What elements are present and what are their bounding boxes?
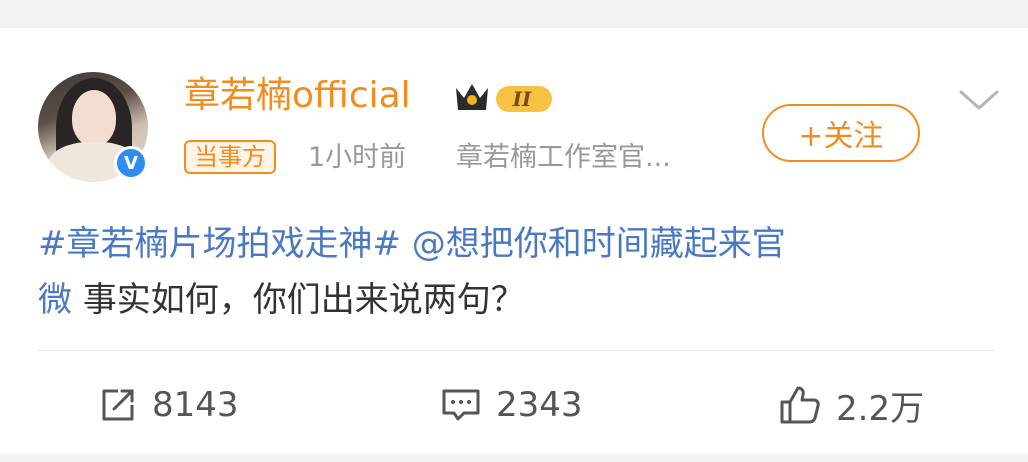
- party-badge: 当事方: [184, 140, 276, 174]
- like-icon: [780, 386, 820, 424]
- divider: [38, 350, 994, 351]
- rank-badge: II: [512, 87, 532, 111]
- author-name[interactable]: 章若楠official: [184, 74, 411, 118]
- chevron-down-icon[interactable]: [958, 88, 1000, 112]
- like-button[interactable]: 2.2万: [778, 382, 925, 429]
- comment-count: 2343: [496, 385, 583, 425]
- post-text: 事实如何，你们出来说两句？: [82, 280, 525, 320]
- hashtag-link[interactable]: #章若楠片场拍戏走神#: [38, 224, 401, 264]
- like-count: 2.2万: [836, 388, 925, 429]
- share-button[interactable]: 8143: [98, 382, 239, 428]
- post-content: #章若楠片场拍戏走神# @想把你和时间藏起来官 微 事实如何，你们出来说两句？: [38, 216, 978, 328]
- crown-icon: II: [456, 84, 552, 112]
- page-background: [0, 454, 1028, 462]
- post-source[interactable]: 章若楠工作室官...: [456, 140, 671, 176]
- verified-icon: V: [114, 146, 148, 180]
- post-time: 1小时前: [308, 142, 407, 173]
- follow-button[interactable]: +关注: [762, 104, 920, 162]
- comment-button[interactable]: 2343: [440, 382, 583, 428]
- share-icon: [102, 389, 134, 421]
- post-card: V 章若楠official II 当事方 1小时前 章若楠工作室官... +关注…: [0, 28, 1028, 454]
- share-count: 8143: [152, 385, 239, 425]
- comment-icon: [442, 389, 480, 421]
- mention-link[interactable]: @想把你和时间藏起来官: [412, 224, 786, 264]
- mention-link-cont[interactable]: 微: [38, 280, 72, 320]
